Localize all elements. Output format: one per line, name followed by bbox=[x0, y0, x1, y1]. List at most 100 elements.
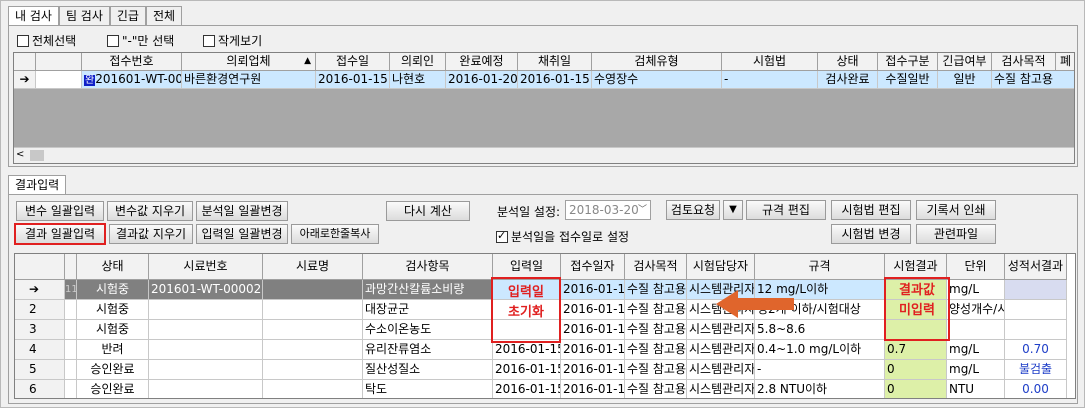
method-edit-button[interactable]: 시험법 편집 bbox=[831, 200, 911, 220]
row-mark bbox=[65, 380, 77, 398]
analysis-bulk-button[interactable]: 분석일 일괄변경 bbox=[196, 201, 288, 221]
cell-purpose: 수질 참고용 bbox=[625, 300, 687, 320]
row-mark bbox=[65, 340, 77, 360]
col-unit[interactable]: 단위 bbox=[947, 254, 1005, 280]
cell-tester: 시스템관리자 bbox=[687, 320, 755, 340]
mark-header bbox=[65, 254, 77, 280]
checkbox-box bbox=[107, 34, 119, 47]
col-spec[interactable]: 규격 bbox=[755, 254, 885, 280]
cell-receipt-no: 완201601-WT-00002 bbox=[82, 71, 182, 89]
col-report-result[interactable]: 성적서결과 bbox=[1005, 254, 1067, 280]
cell-unit: 양성개수/시 bbox=[947, 300, 1005, 320]
cell-input-date[interactable]: 2016-01-15 bbox=[493, 340, 561, 360]
col-receipt-date[interactable]: 접수일 bbox=[316, 53, 390, 71]
cell-result[interactable]: 0.7 bbox=[885, 340, 947, 360]
select-all-checkbox[interactable]: 전체선택 bbox=[17, 32, 76, 49]
copy-down-button[interactable]: 아래로한줄복사 bbox=[291, 224, 379, 244]
cell-spec: - bbox=[755, 360, 885, 380]
scroll-thumb[interactable] bbox=[30, 150, 44, 161]
complete-badge: 완 bbox=[84, 75, 96, 86]
col-sample-no[interactable]: 시료번호 bbox=[149, 254, 263, 280]
cell-due: 2016-01-20 bbox=[446, 71, 518, 89]
cell-purpose: 수질 참고용 bbox=[625, 340, 687, 360]
col-purpose[interactable]: 검사목적 bbox=[625, 254, 687, 280]
col-purpose[interactable]: 검사목적 bbox=[992, 53, 1056, 71]
report-print-button[interactable]: 기록서 인쇄 bbox=[916, 200, 996, 220]
cell-input-date[interactable]: 2016-01-15 bbox=[493, 380, 561, 398]
cell-receipt-date: 2016-01-15 bbox=[561, 340, 625, 360]
cell-report-result: 0.00 bbox=[1005, 380, 1067, 398]
cell-urgent: 일반 bbox=[938, 71, 992, 89]
table-row[interactable]: 5승인완료질산성질소2016-01-152016-01-15수질 참고용시스템관… bbox=[15, 360, 1067, 380]
tab-urgent[interactable]: 긴급 bbox=[109, 6, 146, 26]
col-sample-name[interactable]: 시료명 bbox=[263, 254, 363, 280]
note-line: 결과값 bbox=[899, 283, 935, 298]
cell-sample-no bbox=[149, 340, 263, 360]
cell-spec: 5.8~8.6 bbox=[755, 320, 885, 340]
result-clear-button[interactable]: 결과값 지우기 bbox=[109, 224, 193, 244]
cell-company: 바른환경연구원 bbox=[182, 71, 316, 89]
col-test-item[interactable]: 검사항목 bbox=[363, 254, 493, 280]
row-num: 2 bbox=[15, 300, 65, 320]
tab-my-tests[interactable]: 내 검사 bbox=[8, 6, 59, 26]
result-bulk-button[interactable]: 결과 일괄입력 bbox=[14, 223, 106, 245]
col-company[interactable]: 의뢰업체 ▲ bbox=[182, 53, 316, 71]
analysis-date-input[interactable]: 2018-03-20 ﹀ bbox=[565, 200, 651, 220]
cell-test-item: 유리잔류염소 bbox=[363, 340, 493, 360]
col-status[interactable]: 상태 bbox=[818, 53, 878, 71]
var-bulk-button[interactable]: 변수 일괄입력 bbox=[16, 201, 104, 221]
col-method[interactable]: 시험법 bbox=[722, 53, 818, 71]
col-receipt-date[interactable]: 접수일자 bbox=[561, 254, 625, 280]
cell-purpose: 수질 참고용 bbox=[625, 320, 687, 340]
col-sampled[interactable]: 채취일 bbox=[518, 53, 592, 71]
col-status[interactable]: 상태 bbox=[77, 254, 149, 280]
col-receipt-no[interactable]: 접수번호 bbox=[82, 53, 182, 71]
cell-purpose: 수질 참고용 bbox=[625, 280, 687, 300]
cell-tester: 시스템관리자 bbox=[687, 340, 755, 360]
cell-spec: 0.4~1.0 mg/L이하 bbox=[755, 340, 885, 360]
method-change-button[interactable]: 시험법 변경 bbox=[831, 224, 911, 244]
cell-sample-name bbox=[263, 380, 363, 398]
cell-result[interactable]: 0 bbox=[885, 360, 947, 380]
dash-only-checkbox[interactable]: "-"만 선택 bbox=[107, 32, 174, 49]
col-receipt-type[interactable]: 접수구분 bbox=[878, 53, 938, 71]
col-more[interactable]: 폐 bbox=[1056, 53, 1074, 71]
var-clear-button[interactable]: 변수값 지우기 bbox=[107, 201, 193, 221]
cell-test-item: 탁도 bbox=[363, 380, 493, 398]
cell-tester: 시스템관리자 bbox=[687, 360, 755, 380]
scroll-left-icon[interactable]: < bbox=[16, 149, 24, 160]
col-company-label: 의뢰업체 bbox=[226, 54, 271, 68]
small-view-checkbox[interactable]: 작게보기 bbox=[203, 32, 262, 49]
col-due[interactable]: 완료예정 bbox=[446, 53, 518, 71]
col-sample-type[interactable]: 검체유형 bbox=[592, 53, 722, 71]
tab-all[interactable]: 전체 bbox=[145, 6, 183, 26]
row-blank bbox=[36, 71, 82, 89]
review-request-button[interactable]: 검토요청 bbox=[666, 200, 720, 220]
cell-test-item: 수소이온농도 bbox=[363, 320, 493, 340]
tab-result-entry[interactable]: 결과입력 bbox=[8, 175, 67, 195]
cell-receipt-date: 2016-01-15 bbox=[561, 320, 625, 340]
table-row[interactable]: 4반려유리잔류염소2016-01-152016-01-15수질 참고용시스템관리… bbox=[15, 340, 1067, 360]
table-row[interactable]: 6승인완료탁도2016-01-152016-01-15수질 참고용시스템관리자2… bbox=[15, 380, 1067, 398]
sort-asc-icon: ▲ bbox=[304, 56, 311, 66]
col-tester[interactable]: 시험담당자 bbox=[687, 254, 755, 280]
cell-tester: 시스템관리자 bbox=[687, 380, 755, 398]
table-row[interactable]: ➔ 완201601-WT-00002 바른환경연구원 2016-01-15 나현… bbox=[14, 71, 1074, 89]
recalc-button[interactable]: 다시 계산 bbox=[386, 201, 470, 221]
cell-receipt-date: 2016-01-15 bbox=[316, 71, 390, 89]
input-bulk-button[interactable]: 입력일 일괄변경 bbox=[196, 224, 288, 244]
cell-status: 시험중 bbox=[77, 320, 149, 340]
chevron-down-icon: ﹀ bbox=[637, 205, 647, 215]
related-file-button[interactable]: 관련파일 bbox=[916, 224, 996, 244]
horizontal-scrollbar[interactable]: < bbox=[14, 147, 1074, 163]
cell-report-result: 불검출 bbox=[1005, 360, 1067, 380]
cell-input-date[interactable]: 2016-01-15 bbox=[493, 360, 561, 380]
cell-result[interactable]: 0 bbox=[885, 380, 947, 398]
review-dropdown-button[interactable]: ▼ bbox=[723, 200, 743, 220]
same-as-receipt-checkbox[interactable]: 분석일을 접수일로 설정 bbox=[496, 228, 629, 245]
tab-team-tests[interactable]: 팀 검사 bbox=[58, 6, 110, 26]
spec-edit-button[interactable]: 규격 편집 bbox=[746, 200, 826, 220]
col-urgent[interactable]: 긴급여부 bbox=[938, 53, 992, 71]
request-grid: 접수번호 의뢰업체 ▲ 접수일 의뢰인 완료예정 채취일 검체유형 시험법 상태 … bbox=[13, 52, 1075, 164]
col-requester[interactable]: 의뢰인 bbox=[390, 53, 446, 71]
